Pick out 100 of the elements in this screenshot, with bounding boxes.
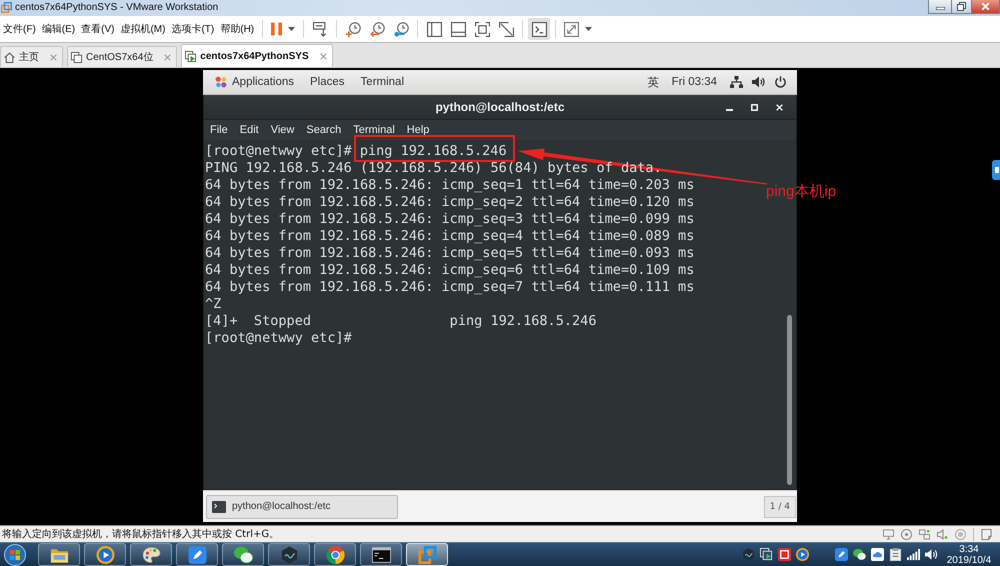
output-line: 64 bytes from 192.168.5.246: icmp_seq=5 ttl=64 time=0.093 ms	[205, 245, 694, 261]
command-text: ping 192.168.5.246	[360, 143, 507, 159]
close-icon	[776, 104, 782, 110]
chat-bubbles-icon[interactable]	[853, 548, 866, 561]
taskbar-app-button[interactable]	[130, 543, 172, 566]
top-bar-menu[interactable]: Places	[302, 71, 353, 93]
pen-tile-icon	[188, 546, 206, 564]
taskbar-app-button[interactable]	[406, 543, 448, 566]
scrollbar-thumb[interactable]	[787, 315, 792, 485]
taskbar-app-button[interactable]	[314, 543, 356, 566]
minimize-icon	[726, 109, 732, 111]
window-title: centos7x64PythonSYS - VMware Workstation	[15, 1, 218, 15]
output-line: 64 bytes from 192.168.5.246: icmp_seq=6 ttl=64 time=0.109 ms	[205, 262, 694, 278]
clipboard-icon[interactable]	[889, 548, 902, 561]
taskbar-app-button[interactable]	[38, 543, 80, 566]
console-window-icon	[372, 546, 390, 564]
taskbar-app-button[interactable]	[176, 543, 218, 566]
network-icon[interactable]	[730, 76, 743, 88]
speaker-icon[interactable]	[937, 528, 948, 540]
restore-icon	[957, 2, 966, 11]
maximize-icon	[750, 104, 758, 110]
home-icon	[4, 52, 15, 62]
crossed-frame-icon	[498, 22, 514, 36]
output-line: 64 bytes from 192.168.5.246: icmp_seq=2 ttl=64 time=0.120 ms	[205, 194, 694, 210]
tab[interactable]: centos7x64PythonSYS	[181, 44, 333, 67]
close-icon	[981, 2, 990, 11]
top-bar-menu[interactable]: Applications	[207, 71, 302, 93]
taskbar-app-button[interactable]	[84, 543, 126, 566]
taskbar-app-button[interactable]	[268, 543, 310, 566]
window-list-button[interactable]: python@localhost:/etc	[206, 494, 398, 518]
output-line: 64 bytes from 192.168.5.246: icmp_seq=7 ttl=64 time=0.111 ms	[205, 279, 694, 295]
expand-icon	[564, 22, 580, 36]
volume-icon[interactable]	[752, 76, 765, 88]
menu-item[interactable]: 文件(F)	[1, 19, 38, 39]
output-line: [4]+ Stopped ping 192.168.5.246	[205, 313, 596, 329]
close-button[interactable]	[972, 0, 1000, 14]
output-line: ^Z	[205, 296, 222, 312]
play-circle-icon	[96, 546, 114, 564]
palette-icon	[142, 546, 160, 564]
caret-icon	[585, 27, 592, 31]
top-bar-menu[interactable]: Terminal	[352, 71, 412, 93]
taskbar-app-button[interactable]	[222, 543, 264, 566]
clock-button[interactable]: 3:34 2019/10/4	[938, 543, 1000, 566]
overlapping-squares-icon	[418, 546, 436, 564]
status-message: 将输入定向到该虚拟机，请将鼠标指针移入其中或按 Ctrl+G。	[2, 528, 280, 541]
hexagon-icon[interactable]	[742, 548, 755, 561]
restore-button[interactable]	[952, 0, 972, 14]
sidebar-layout-icon	[426, 22, 442, 36]
chat-bubbles-icon	[234, 546, 252, 564]
menu-item[interactable]: Edit	[234, 121, 265, 139]
caret-icon	[288, 27, 296, 31]
cloud-icon[interactable]	[871, 548, 884, 561]
terminal-icon	[532, 22, 547, 36]
prompt-text: [root@netwwy etc]#	[205, 330, 352, 346]
disc-icon[interactable]	[901, 528, 912, 540]
minimize-button[interactable]	[928, 0, 952, 14]
vm-play-icon	[185, 50, 196, 62]
prompt-text: [root@netwwy etc]#	[205, 143, 352, 159]
app-tile-icon[interactable]	[778, 548, 791, 561]
menu-item[interactable]: View	[264, 121, 300, 139]
terminal-icon	[212, 500, 226, 512]
window-play-icon[interactable]	[760, 548, 773, 561]
menu-item[interactable]: Terminal	[347, 121, 401, 139]
toolbar-button[interactable]	[528, 18, 550, 40]
menu-item[interactable]: Help	[400, 121, 436, 139]
pause-icon	[271, 22, 282, 36]
annotation-label: ping本机ip	[766, 182, 836, 201]
taskbar-app-button[interactable]	[360, 543, 402, 566]
vm-icon	[71, 52, 82, 62]
segmented-circle-icon	[326, 546, 344, 564]
menu-item[interactable]: Search	[300, 121, 348, 139]
volume-icon[interactable]	[925, 548, 938, 561]
menu-item[interactable]: 选项卡(T)	[169, 19, 216, 39]
start-orb-icon	[4, 544, 26, 566]
menu-item[interactable]: 编辑(E)	[40, 19, 78, 39]
side-tab-icon[interactable]	[992, 160, 1000, 180]
play-circle-icon[interactable]	[796, 548, 809, 561]
tab[interactable]: 主页	[0, 46, 63, 67]
frame-corners-icon	[474, 22, 490, 36]
clock-plus-icon	[346, 22, 361, 36]
input-method-indicator[interactable]: 英	[648, 74, 660, 90]
menu-item[interactable]: 帮助(H)	[218, 19, 256, 39]
clock-wrench-icon	[394, 22, 409, 36]
minimize-icon	[936, 7, 944, 10]
pen-tile-icon[interactable]	[835, 548, 848, 561]
output-line: 64 bytes from 192.168.5.246: icmp_seq=4 ttl=64 time=0.089 ms	[205, 228, 694, 244]
power-icon[interactable]	[774, 76, 787, 88]
tab-close-icon[interactable]	[320, 52, 327, 60]
menu-item[interactable]: File	[204, 121, 234, 139]
app-icon	[1, 2, 12, 13]
display-icon[interactable]	[883, 528, 894, 540]
signal-icon[interactable]	[907, 548, 920, 561]
workspace-indicator[interactable]: 1 / 4	[764, 496, 796, 518]
tab[interactable]: CentOS7x64位	[67, 46, 178, 67]
menu-item[interactable]: 查看(V)	[79, 19, 116, 39]
screen-arrow-icon	[312, 22, 328, 36]
clock-label[interactable]: Fri 03:34	[672, 76, 717, 88]
output-line: 64 bytes from 192.168.5.246: icmp_seq=1 ttl=64 time=0.203 ms	[205, 177, 694, 193]
menu-item[interactable]: 虚拟机(M)	[118, 19, 168, 39]
note-icon[interactable]	[981, 528, 992, 540]
